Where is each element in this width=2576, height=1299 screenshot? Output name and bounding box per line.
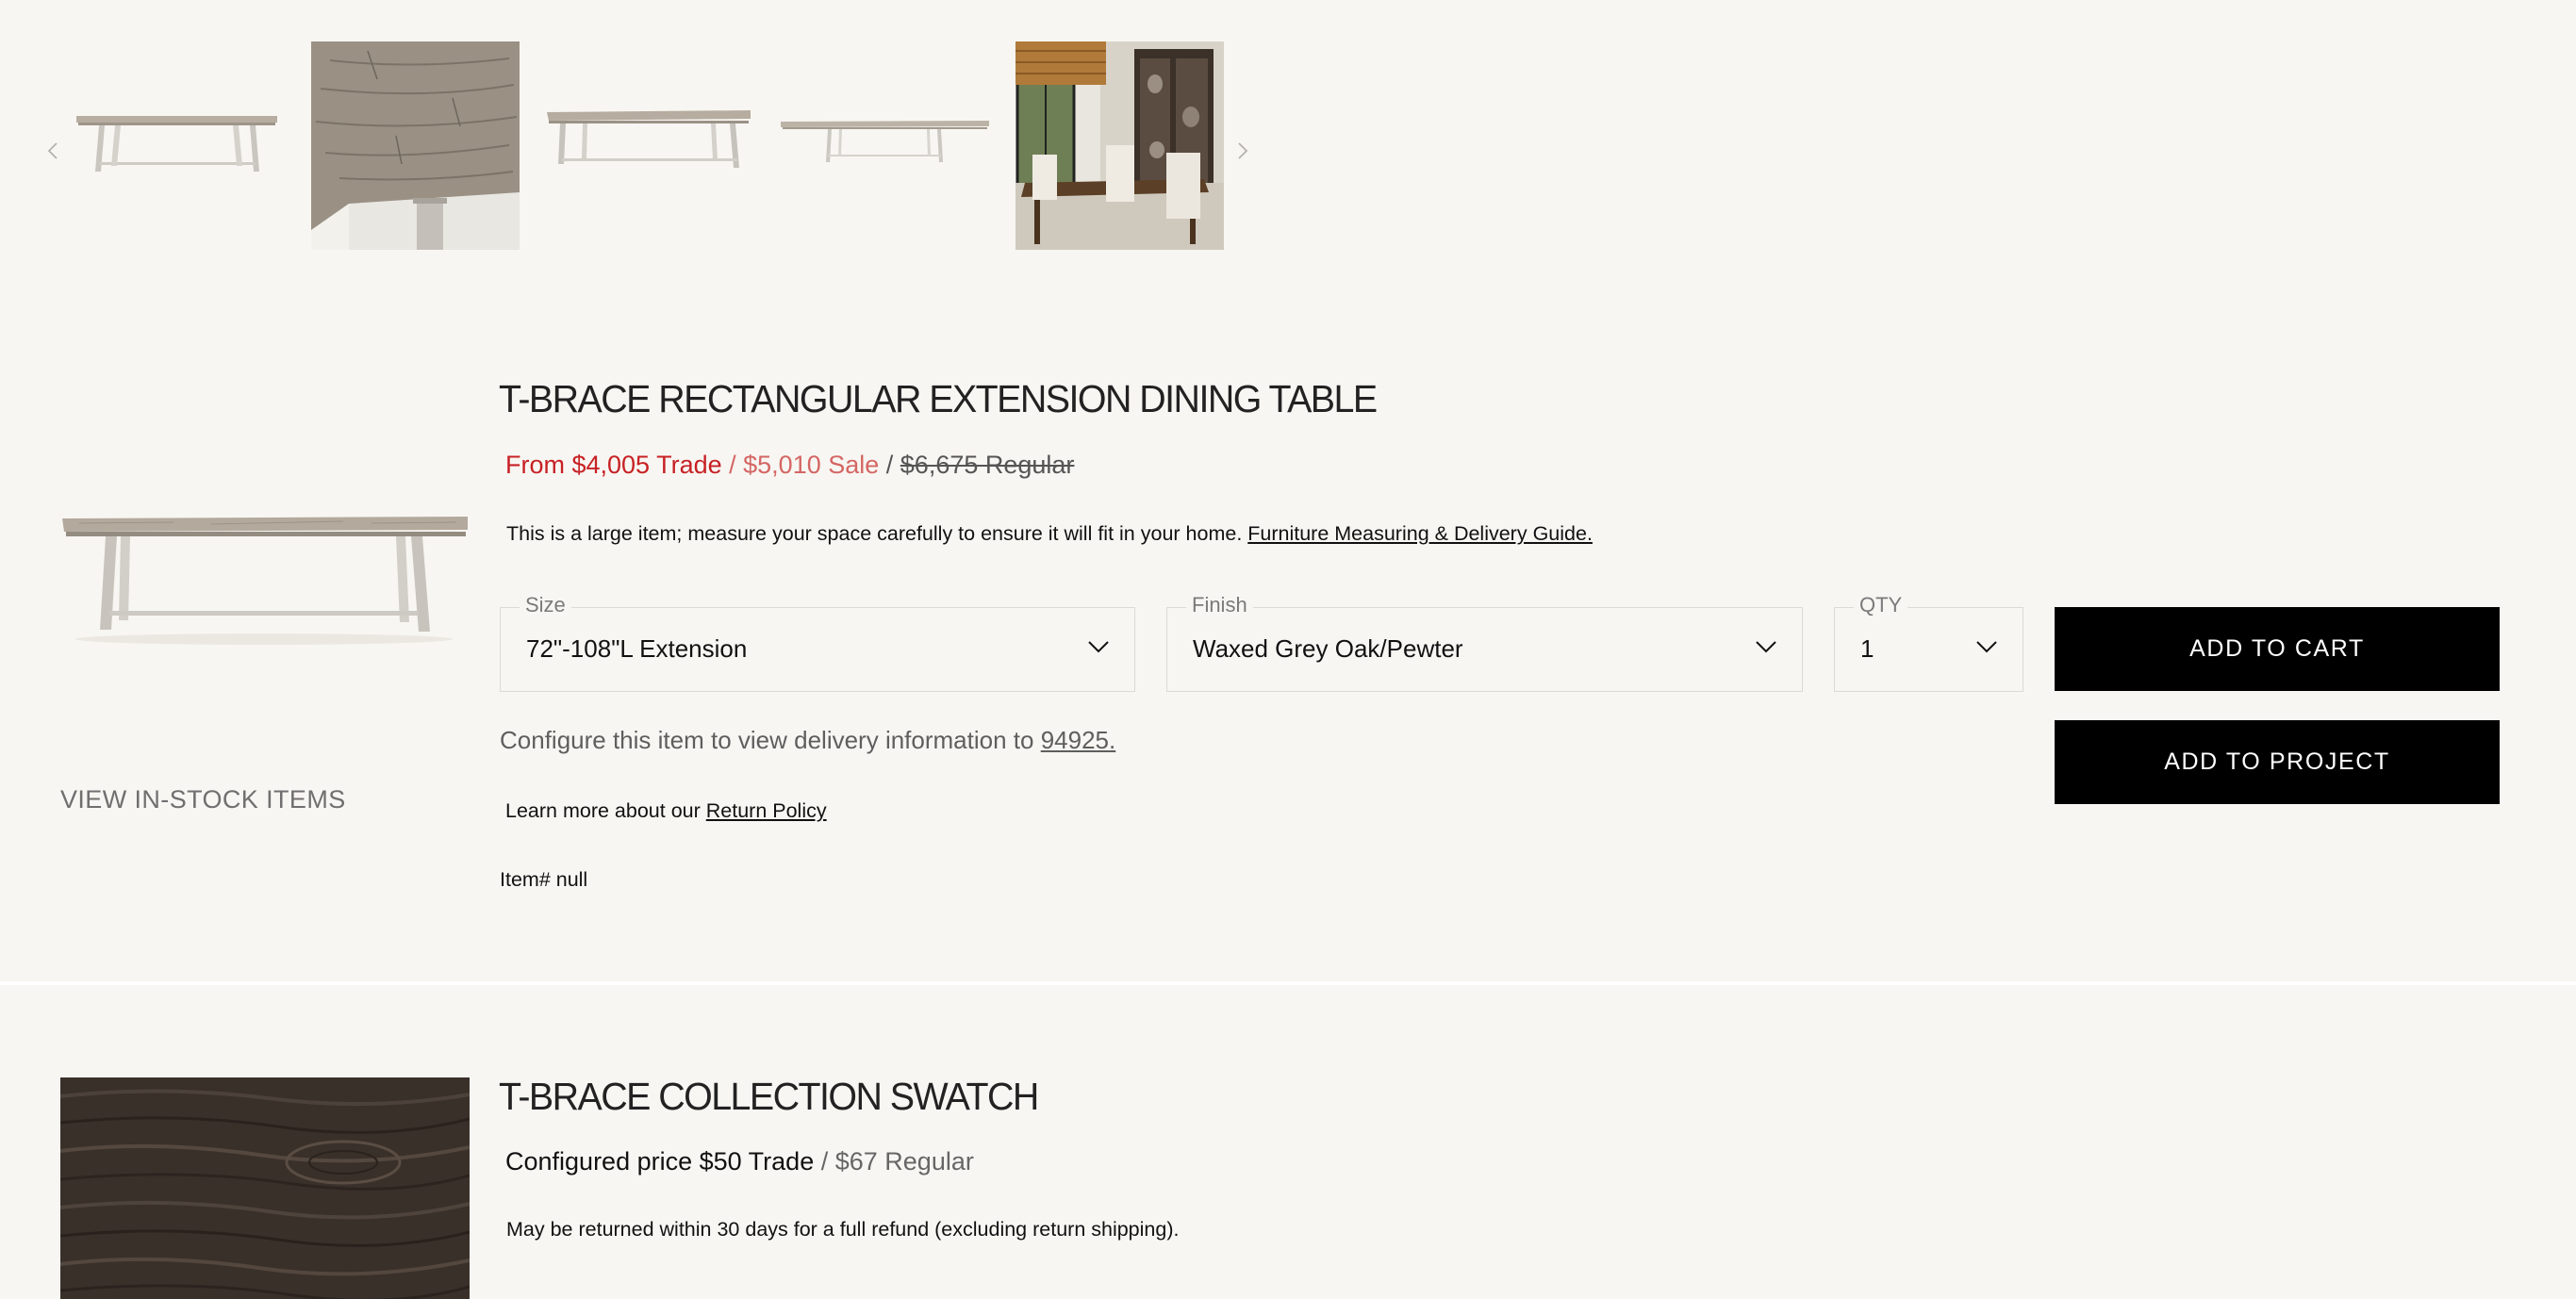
zip-code-link[interactable]: 94925.	[1041, 726, 1116, 754]
trade-price: From $4,005 Trade	[505, 451, 722, 479]
notice-text: This is a large item; measure your space…	[506, 522, 1248, 545]
chevron-left-icon	[47, 142, 58, 159]
add-to-cart-button[interactable]: ADD TO CART	[2055, 607, 2500, 691]
section-divider	[0, 981, 2576, 985]
carousel-next-button[interactable]	[1230, 138, 1256, 164]
large-item-notice: This is a large item; measure your space…	[506, 522, 1593, 546]
price-separator: /	[814, 1147, 835, 1176]
delivery-text: Configure this item to view delivery inf…	[500, 726, 1041, 754]
product-image[interactable]	[60, 490, 470, 650]
swatch-trade-price: Configured price $50 Trade	[505, 1147, 815, 1176]
chevron-right-icon	[1238, 142, 1248, 159]
product-title: T-BRACE RECTANGULAR EXTENSION DINING TAB…	[499, 377, 1378, 420]
return-policy-link[interactable]: Return Policy	[706, 799, 827, 822]
swatch-title: T-BRACE COLLECTION SWATCH	[499, 1075, 1039, 1118]
swatch-image[interactable]	[60, 1077, 470, 1299]
wood-swatch-image	[60, 1077, 470, 1299]
chevron-down-icon	[1756, 641, 1776, 653]
quantity-select[interactable]: QTY 1	[1834, 593, 2023, 692]
table-angle-image	[545, 41, 753, 250]
thumbnail-table-closeup[interactable]	[311, 41, 520, 250]
carousel-prev-button[interactable]	[40, 138, 66, 164]
swatch-return-note: May be returned within 30 days for a ful…	[506, 1218, 1180, 1241]
measuring-guide-link[interactable]: Furniture Measuring & Delivery Guide.	[1247, 522, 1593, 545]
dining-room-image	[1016, 41, 1224, 250]
size-label: Size	[520, 593, 571, 617]
size-select[interactable]: Size 72"-108"L Extension	[500, 593, 1135, 692]
return-text: Learn more about our	[505, 799, 706, 822]
chevron-down-icon	[1088, 641, 1109, 653]
swatch-regular-price: $67 Regular	[834, 1147, 974, 1176]
thumbnail-table-front[interactable]	[73, 41, 281, 250]
add-to-project-button[interactable]: ADD TO PROJECT	[2055, 720, 2500, 804]
sale-price: $5,010 Sale	[743, 451, 880, 479]
chevron-down-icon	[1976, 641, 1997, 653]
finish-select[interactable]: Finish Waxed Grey Oak/Pewter	[1166, 593, 1803, 692]
qty-label: QTY	[1854, 593, 1908, 617]
table-extended-image	[781, 41, 989, 250]
finish-label: Finish	[1186, 593, 1253, 617]
swatch-price-line: Configured price $50 Trade / $67 Regular	[505, 1147, 974, 1176]
thumbnail-table-extended[interactable]	[781, 41, 989, 250]
thumbnail-dining-room[interactable]	[1016, 41, 1224, 250]
view-in-stock-link[interactable]: VIEW IN-STOCK ITEMS	[60, 785, 346, 814]
thumbnail-table-angle[interactable]	[545, 41, 753, 250]
table-thumbnail-image	[73, 41, 281, 250]
price-separator: /	[721, 451, 744, 479]
price-line: From $4,005 Trade / $5,010 Sale / $6,675…	[505, 451, 1074, 480]
delivery-info: Configure this item to view delivery inf…	[500, 726, 1115, 755]
item-number: Item# null	[500, 868, 588, 891]
qty-value: 1	[1860, 634, 1874, 663]
size-value: 72"-108"L Extension	[526, 634, 748, 663]
regular-price: $6,675 Regular	[900, 451, 1075, 479]
table-closeup-image	[311, 41, 520, 250]
price-separator: /	[879, 451, 900, 479]
dining-table-image	[60, 490, 470, 650]
finish-value: Waxed Grey Oak/Pewter	[1193, 634, 1463, 663]
return-policy-info: Learn more about our Return Policy	[505, 799, 827, 823]
